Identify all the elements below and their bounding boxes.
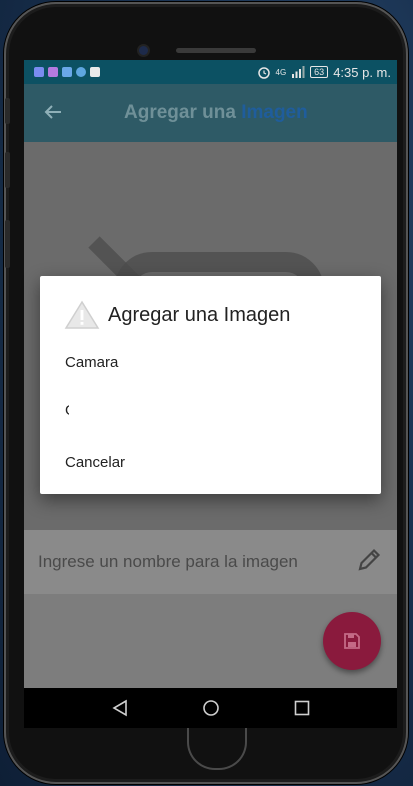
notification-icon [48, 67, 58, 77]
option-cancelar[interactable]: Cancelar [65, 454, 125, 471]
pencil-icon [349, 547, 389, 578]
status-bar: 4G 63 4:35 p. m. [24, 60, 397, 84]
notification-icon [62, 67, 72, 77]
option-camara[interactable]: Camara [65, 354, 118, 371]
front-camera [139, 46, 148, 55]
dialog-title: Agregar una Imagen [64, 300, 290, 330]
signal-icon [292, 66, 305, 78]
battery-icon: 63 [310, 66, 329, 78]
title-part2: Imagen [241, 102, 308, 123]
warning-triangle-icon [64, 300, 100, 329]
home-nav-icon[interactable] [202, 699, 220, 717]
network-type: 4G [275, 67, 287, 77]
notification-icons [34, 67, 100, 77]
mail-icon [90, 67, 100, 77]
side-button [5, 98, 10, 124]
floppy-disk-icon [344, 633, 360, 649]
battery-level: 63 [314, 67, 325, 77]
app-bar: Agregar una Imagen [24, 84, 397, 142]
android-nav-bar [24, 688, 397, 728]
option-galeria[interactable]: G [65, 402, 69, 419]
earpiece-speaker [176, 48, 256, 53]
notification-icon [34, 67, 44, 77]
add-image-dialog: Agregar una Imagen Camara G Cancelar [40, 276, 381, 494]
back-nav-icon[interactable] [111, 699, 129, 717]
notification-icon [76, 67, 86, 77]
side-button [5, 152, 10, 188]
status-time: 4:35 p. m. [333, 64, 391, 80]
save-button[interactable] [323, 612, 381, 670]
name-field-row: Ingrese un nombre para la imagen [24, 530, 397, 594]
status-right: 4G 63 4:35 p. m. [257, 64, 391, 80]
page-title: Agregar una Imagen [124, 102, 308, 124]
dialog-title-text: Agregar una Imagen [108, 303, 291, 326]
name-input[interactable]: Ingrese un nombre para la imagen [38, 552, 349, 572]
recents-nav-icon[interactable] [294, 700, 310, 716]
title-part1: Agregar una [124, 102, 236, 123]
arrow-left-icon[interactable] [24, 100, 82, 126]
alarm-clock-icon [257, 67, 270, 79]
side-button [5, 220, 10, 268]
